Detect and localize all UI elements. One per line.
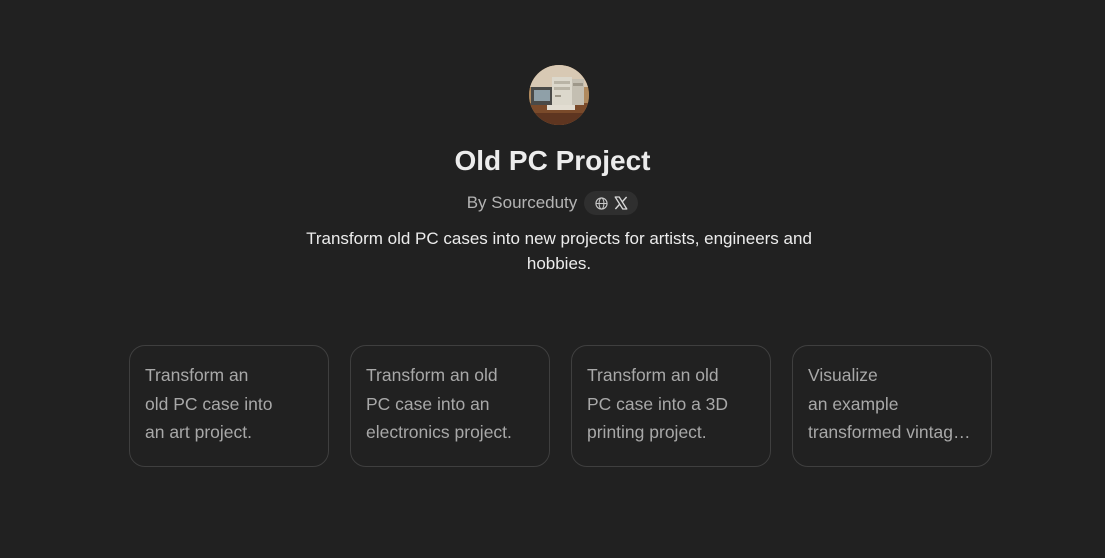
gpt-avatar	[529, 65, 589, 125]
gpt-landing: Old PC Project By Sourceduty Transform o…	[0, 0, 1105, 558]
author-name: By Sourceduty	[466, 193, 578, 212]
pc-tower-image	[529, 65, 589, 125]
gpt-title: Old PC Project	[454, 145, 651, 176]
gpt-byline: By Sourceduty	[0, 190, 1105, 216]
x-logo-icon[interactable]	[614, 196, 628, 210]
conversation-starters: Transform an old PC case into an art proje…	[129, 345, 992, 467]
starter-card-text: Transform an old PC case into an art proje…	[145, 365, 273, 442]
gpt-description: Transform old PC cases into new projects…	[306, 229, 812, 273]
starter-card[interactable]: Transform an old PC case into a 3D printin…	[571, 345, 771, 467]
starter-card-text: Transform an old PC case into an electroni…	[366, 365, 512, 442]
starter-card[interactable]: Transform an old PC case into an art proje…	[129, 345, 329, 467]
starter-card[interactable]: Visualizean exampletransformed vintage P…	[792, 345, 992, 467]
social-links	[584, 191, 639, 215]
starter-card-text: Transform an old PC case into a 3D printin…	[587, 365, 729, 442]
starter-card[interactable]: Transform an old PC case into an electroni…	[350, 345, 550, 467]
starter-card-text: Visualizean exampletransformed vintage P…	[808, 365, 963, 442]
globe-icon[interactable]	[594, 196, 608, 210]
